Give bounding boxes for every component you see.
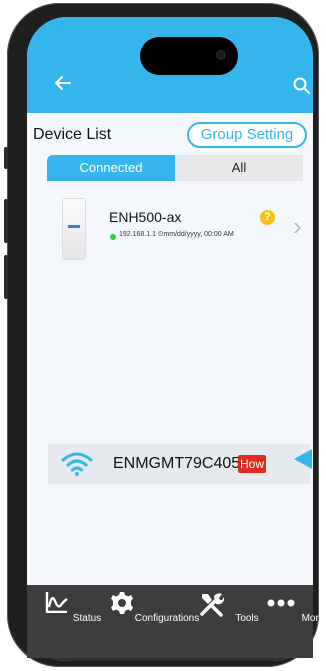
device-list-item[interactable]: ENH500-ax ? 192.168.1.1 ⏲mm/dd/yyyy, 00:…	[47, 188, 309, 278]
group-setting-button[interactable]: Group Setting	[187, 122, 307, 148]
mute-switch	[4, 147, 8, 169]
camera-icon	[216, 50, 226, 60]
device-thumbnail	[62, 198, 86, 260]
wifi-ssid: ENMGMT79C405	[113, 455, 241, 472]
status-chart-icon	[45, 592, 68, 613]
app-screen	[27, 17, 313, 661]
gear-icon	[111, 592, 133, 614]
phone-frame	[4, 3, 319, 667]
nav-label-status: Status	[72, 613, 102, 624]
nav-label-more: More	[301, 613, 325, 624]
device-tabs: Connected All	[47, 155, 303, 181]
bottom-nav: Status Configurations Tools More	[27, 585, 324, 658]
device-ip: 192.168.1.1	[119, 231, 156, 238]
pointer-arrow-icon	[294, 449, 312, 469]
volume-down-button	[4, 255, 8, 299]
search-icon[interactable]	[293, 77, 311, 95]
more-dots-icon	[267, 599, 295, 607]
device-ip-line: 192.168.1.1 ⏲mm/dd/yyyy, 00:00 AM	[119, 231, 234, 239]
wifi-icon	[61, 452, 93, 476]
back-arrow-icon[interactable]	[54, 75, 72, 91]
help-icon[interactable]: ?	[260, 210, 275, 225]
volume-up-button	[4, 199, 8, 243]
wifi-connection-row[interactable]: ENMGMT79C405 How	[48, 444, 310, 484]
page-title: Device List	[33, 126, 112, 143]
nav-label-tools: Tools	[235, 613, 259, 624]
chevron-right-icon[interactable]: ›	[293, 213, 302, 239]
how-button[interactable]: How	[238, 455, 266, 473]
device-list-header: Device List Group Setting	[33, 122, 307, 150]
tab-all[interactable]: All	[175, 155, 303, 181]
device-timestamp: mm/dd/yyyy, 00:00 AM	[163, 231, 234, 238]
tab-connected[interactable]: Connected	[47, 155, 175, 181]
device-name: ENH500-ax	[109, 209, 182, 225]
dynamic-island	[140, 37, 238, 75]
online-status-icon	[110, 234, 116, 240]
